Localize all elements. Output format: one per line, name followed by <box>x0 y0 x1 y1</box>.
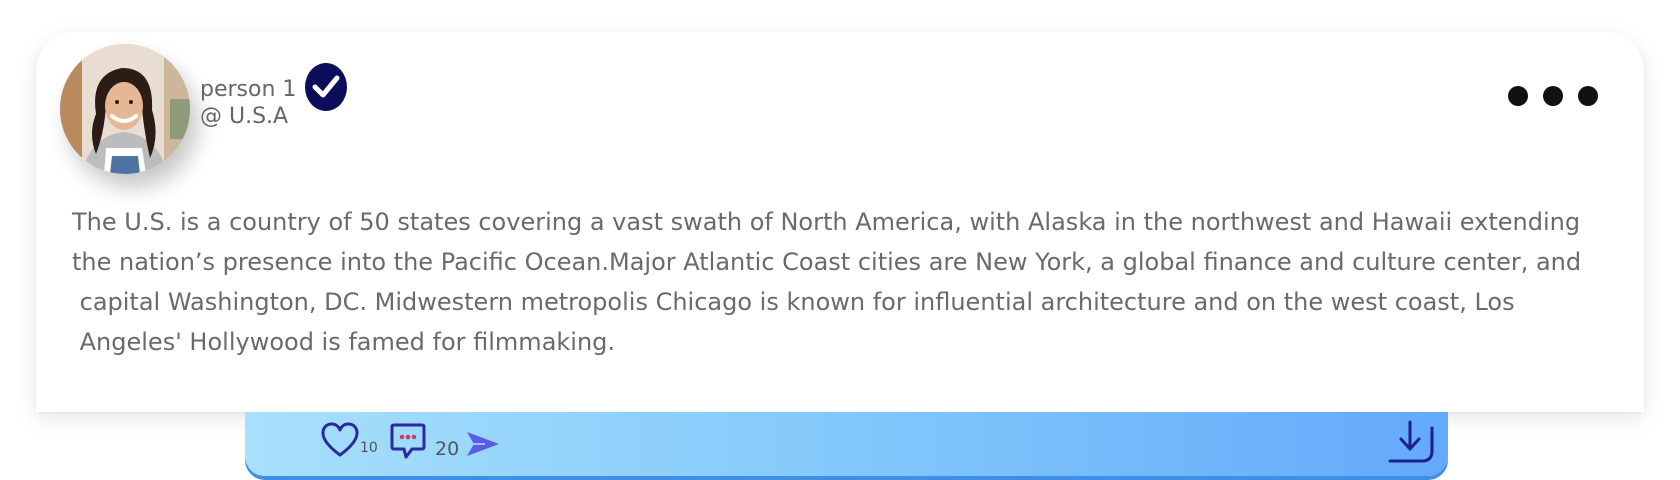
post-text-line: The U.S. is a country of 50 states cover… <box>72 208 1581 236</box>
post-action-bar: 10 20 <box>245 412 1448 476</box>
username[interactable]: person 1 <box>200 77 296 102</box>
user-info: person 1 @ U.S.A <box>200 62 348 142</box>
like-button[interactable]: 10 <box>321 422 378 458</box>
post-stage: person 1 @ U.S.A The U.S. is a country o… <box>0 0 1680 480</box>
send-icon <box>467 432 499 456</box>
comment-icon <box>390 423 426 459</box>
comment-count: 20 <box>435 438 460 460</box>
post-text: The U.S. is a country of 50 states cover… <box>72 202 1622 362</box>
comment-button[interactable]: 20 <box>390 422 459 460</box>
more-icon-dot <box>1543 86 1563 106</box>
verified-badge-icon <box>305 63 348 111</box>
avatar-image <box>60 44 190 174</box>
avatar[interactable] <box>60 44 190 174</box>
post-card: person 1 @ U.S.A The U.S. is a country o… <box>36 32 1644 412</box>
share-button[interactable] <box>465 428 501 460</box>
download-button[interactable] <box>1388 420 1436 464</box>
more-options-button[interactable] <box>1508 86 1598 106</box>
more-icon-dot <box>1578 86 1598 106</box>
post-text-line: capital Washington, DC. Midwestern metro… <box>72 288 1515 316</box>
more-icon <box>1508 86 1528 106</box>
download-icon <box>1388 420 1434 463</box>
heart-icon <box>321 422 359 457</box>
like-count: 10 <box>360 440 378 456</box>
post-text-line: the nation’s presence into the Pacific O… <box>72 248 1582 276</box>
post-text-line: Angeles' Hollywood is famed for filmmaki… <box>72 328 616 356</box>
